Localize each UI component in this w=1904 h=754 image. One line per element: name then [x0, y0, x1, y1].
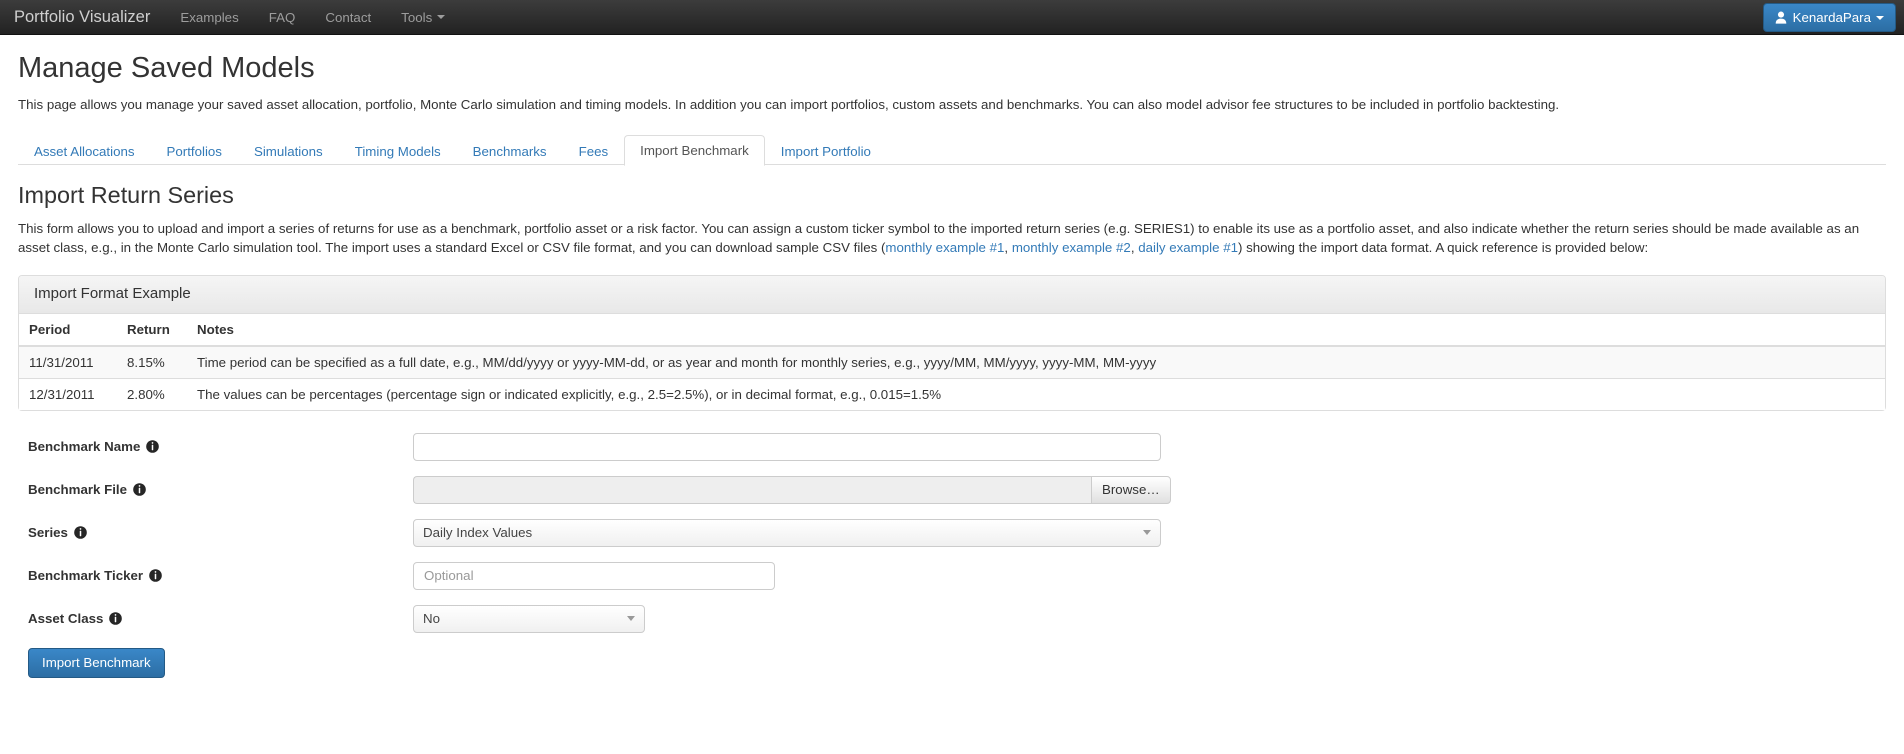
table-row: 12/31/2011 2.80% The values can be perce… — [19, 377, 1885, 410]
form-row-benchmark-file: Benchmark File Browse… — [18, 475, 1886, 504]
section-description-part2: ) showing the import data format. A quic… — [1238, 240, 1649, 256]
asset-class-selected-value: No — [423, 611, 440, 627]
nav-links: Examples FAQ Contact Tools — [165, 0, 460, 34]
column-header-return: Return — [117, 313, 187, 347]
tab-benchmarks[interactable]: Benchmarks — [457, 136, 563, 166]
chevron-down-icon — [627, 616, 635, 622]
tab-bar: Asset Allocations Portfolios Simulations… — [18, 132, 1886, 167]
column-header-notes: Notes — [187, 313, 1885, 347]
tab-asset-allocations[interactable]: Asset Allocations — [18, 136, 151, 166]
nav-link-label: Tools — [401, 9, 433, 25]
table-header-row: Period Return Notes — [19, 313, 1885, 347]
control-series: Daily Index Values — [413, 518, 1161, 547]
tab-label: Asset Allocations — [34, 143, 135, 159]
control-benchmark-file: Browse… — [413, 475, 1171, 504]
top-navbar: Portfolio Visualizer Examples FAQ Contac… — [0, 0, 1904, 35]
info-circle-icon[interactable] — [74, 526, 87, 540]
form-row-benchmark-name: Benchmark Name — [18, 432, 1886, 461]
page-container: Manage Saved Models This page allows you… — [0, 52, 1904, 678]
page-title: Manage Saved Models — [18, 52, 315, 84]
monthly-example-2-link[interactable]: monthly example #2 — [1012, 240, 1131, 255]
tab-label: Benchmarks — [472, 143, 547, 159]
user-menu-button[interactable]: KenardaPara — [1762, 3, 1896, 32]
cell-period: 12/31/2011 — [19, 377, 117, 410]
benchmark-name-input[interactable] — [413, 432, 1161, 461]
section-title: Import Return Series — [18, 182, 234, 209]
label-series: Series — [18, 525, 413, 541]
info-circle-icon[interactable] — [109, 612, 123, 626]
table-head: Period Return Notes — [19, 313, 1885, 347]
control-asset-class: No — [413, 604, 645, 633]
user-menu-label: KenardaPara — [1792, 10, 1871, 25]
label-asset-class: Asset Class — [18, 611, 413, 627]
info-circle-icon[interactable] — [149, 569, 162, 583]
label-benchmark-name: Benchmark Name — [18, 439, 413, 455]
tab-label: Portfolios — [166, 143, 222, 159]
chevron-down-icon — [1143, 530, 1151, 536]
tab-portfolios[interactable]: Portfolios — [151, 136, 238, 166]
nav-link-label: FAQ — [268, 9, 296, 25]
monthly-example-1-link[interactable]: monthly example #1 — [885, 240, 1004, 255]
form-row-benchmark-ticker: Benchmark Ticker — [18, 561, 1886, 590]
nav-link-tools[interactable]: Tools — [386, 0, 460, 34]
user-icon — [1775, 11, 1787, 24]
tab-label: Simulations — [253, 143, 323, 159]
nav-link-contact[interactable]: Contact — [310, 0, 386, 34]
tab-label: Timing Models — [354, 143, 441, 159]
import-format-panel: Import Format Example Period Return Note… — [18, 275, 1886, 411]
tab-timing-models[interactable]: Timing Models — [339, 136, 457, 166]
tab-label: Import Benchmark — [640, 142, 749, 158]
import-benchmark-form: Benchmark Name Benchmark File Browse… Se… — [18, 431, 1886, 678]
label-text: Asset Class — [28, 611, 104, 627]
tab-fees[interactable]: Fees — [563, 136, 625, 166]
tab-import-portfolio[interactable]: Import Portfolio — [765, 136, 887, 166]
series-selected-value: Daily Index Values — [423, 525, 533, 541]
cell-return: 2.80% — [117, 377, 187, 410]
form-row-series: Series Daily Index Values — [18, 518, 1886, 547]
label-text: Benchmark File — [28, 482, 128, 498]
browse-button[interactable]: Browse… — [1091, 475, 1171, 504]
nav-link-examples[interactable]: Examples — [165, 0, 253, 34]
cell-period: 11/31/2011 — [19, 345, 117, 379]
table-row: 11/31/2011 8.15% Time period can be spec… — [19, 345, 1885, 379]
benchmark-ticker-input[interactable] — [413, 561, 775, 590]
chevron-down-icon — [437, 15, 446, 19]
info-circle-icon[interactable] — [146, 440, 160, 454]
benchmark-file-path-display — [413, 475, 1091, 504]
section-description: This form allows you to upload and impor… — [18, 219, 1886, 258]
label-text: Benchmark Ticker — [28, 568, 144, 584]
column-header-period: Period — [19, 313, 117, 347]
tab-simulations[interactable]: Simulations — [238, 136, 339, 166]
import-format-table: Period Return Notes 11/31/2011 8.15% Tim… — [19, 313, 1885, 410]
brand-logo[interactable]: Portfolio Visualizer — [0, 0, 165, 34]
form-row-asset-class: Asset Class No — [18, 604, 1886, 633]
asset-class-select[interactable]: No — [413, 604, 645, 633]
cell-notes: Time period can be specified as a full d… — [187, 345, 1885, 379]
table-body: 11/31/2011 8.15% Time period can be spec… — [19, 345, 1885, 410]
link-separator: , — [1004, 240, 1012, 256]
nav-link-label: Contact — [325, 9, 372, 25]
info-circle-icon[interactable] — [133, 483, 146, 497]
chevron-down-icon — [1876, 15, 1884, 20]
import-benchmark-submit-button[interactable]: Import Benchmark — [28, 647, 165, 678]
panel-heading: Import Format Example — [19, 276, 1885, 314]
nav-link-faq[interactable]: FAQ — [254, 0, 311, 34]
series-select[interactable]: Daily Index Values — [413, 518, 1161, 547]
label-text: Series — [28, 525, 68, 541]
label-text: Benchmark Name — [28, 439, 141, 455]
tab-label: Import Portfolio — [780, 143, 871, 159]
nav-link-label: Examples — [180, 9, 239, 25]
control-benchmark-name — [413, 432, 1161, 461]
tab-label: Fees — [578, 143, 609, 159]
page-description: This page allows you manage your saved a… — [18, 96, 1560, 112]
daily-example-1-link[interactable]: daily example #1 — [1138, 240, 1238, 255]
tab-import-benchmark[interactable]: Import Benchmark — [624, 134, 765, 167]
label-benchmark-ticker: Benchmark Ticker — [18, 568, 413, 584]
label-benchmark-file: Benchmark File — [18, 482, 413, 498]
control-benchmark-ticker — [413, 561, 775, 590]
cell-return: 8.15% — [117, 345, 187, 379]
cell-notes: The values can be percentages (percentag… — [187, 377, 1885, 410]
